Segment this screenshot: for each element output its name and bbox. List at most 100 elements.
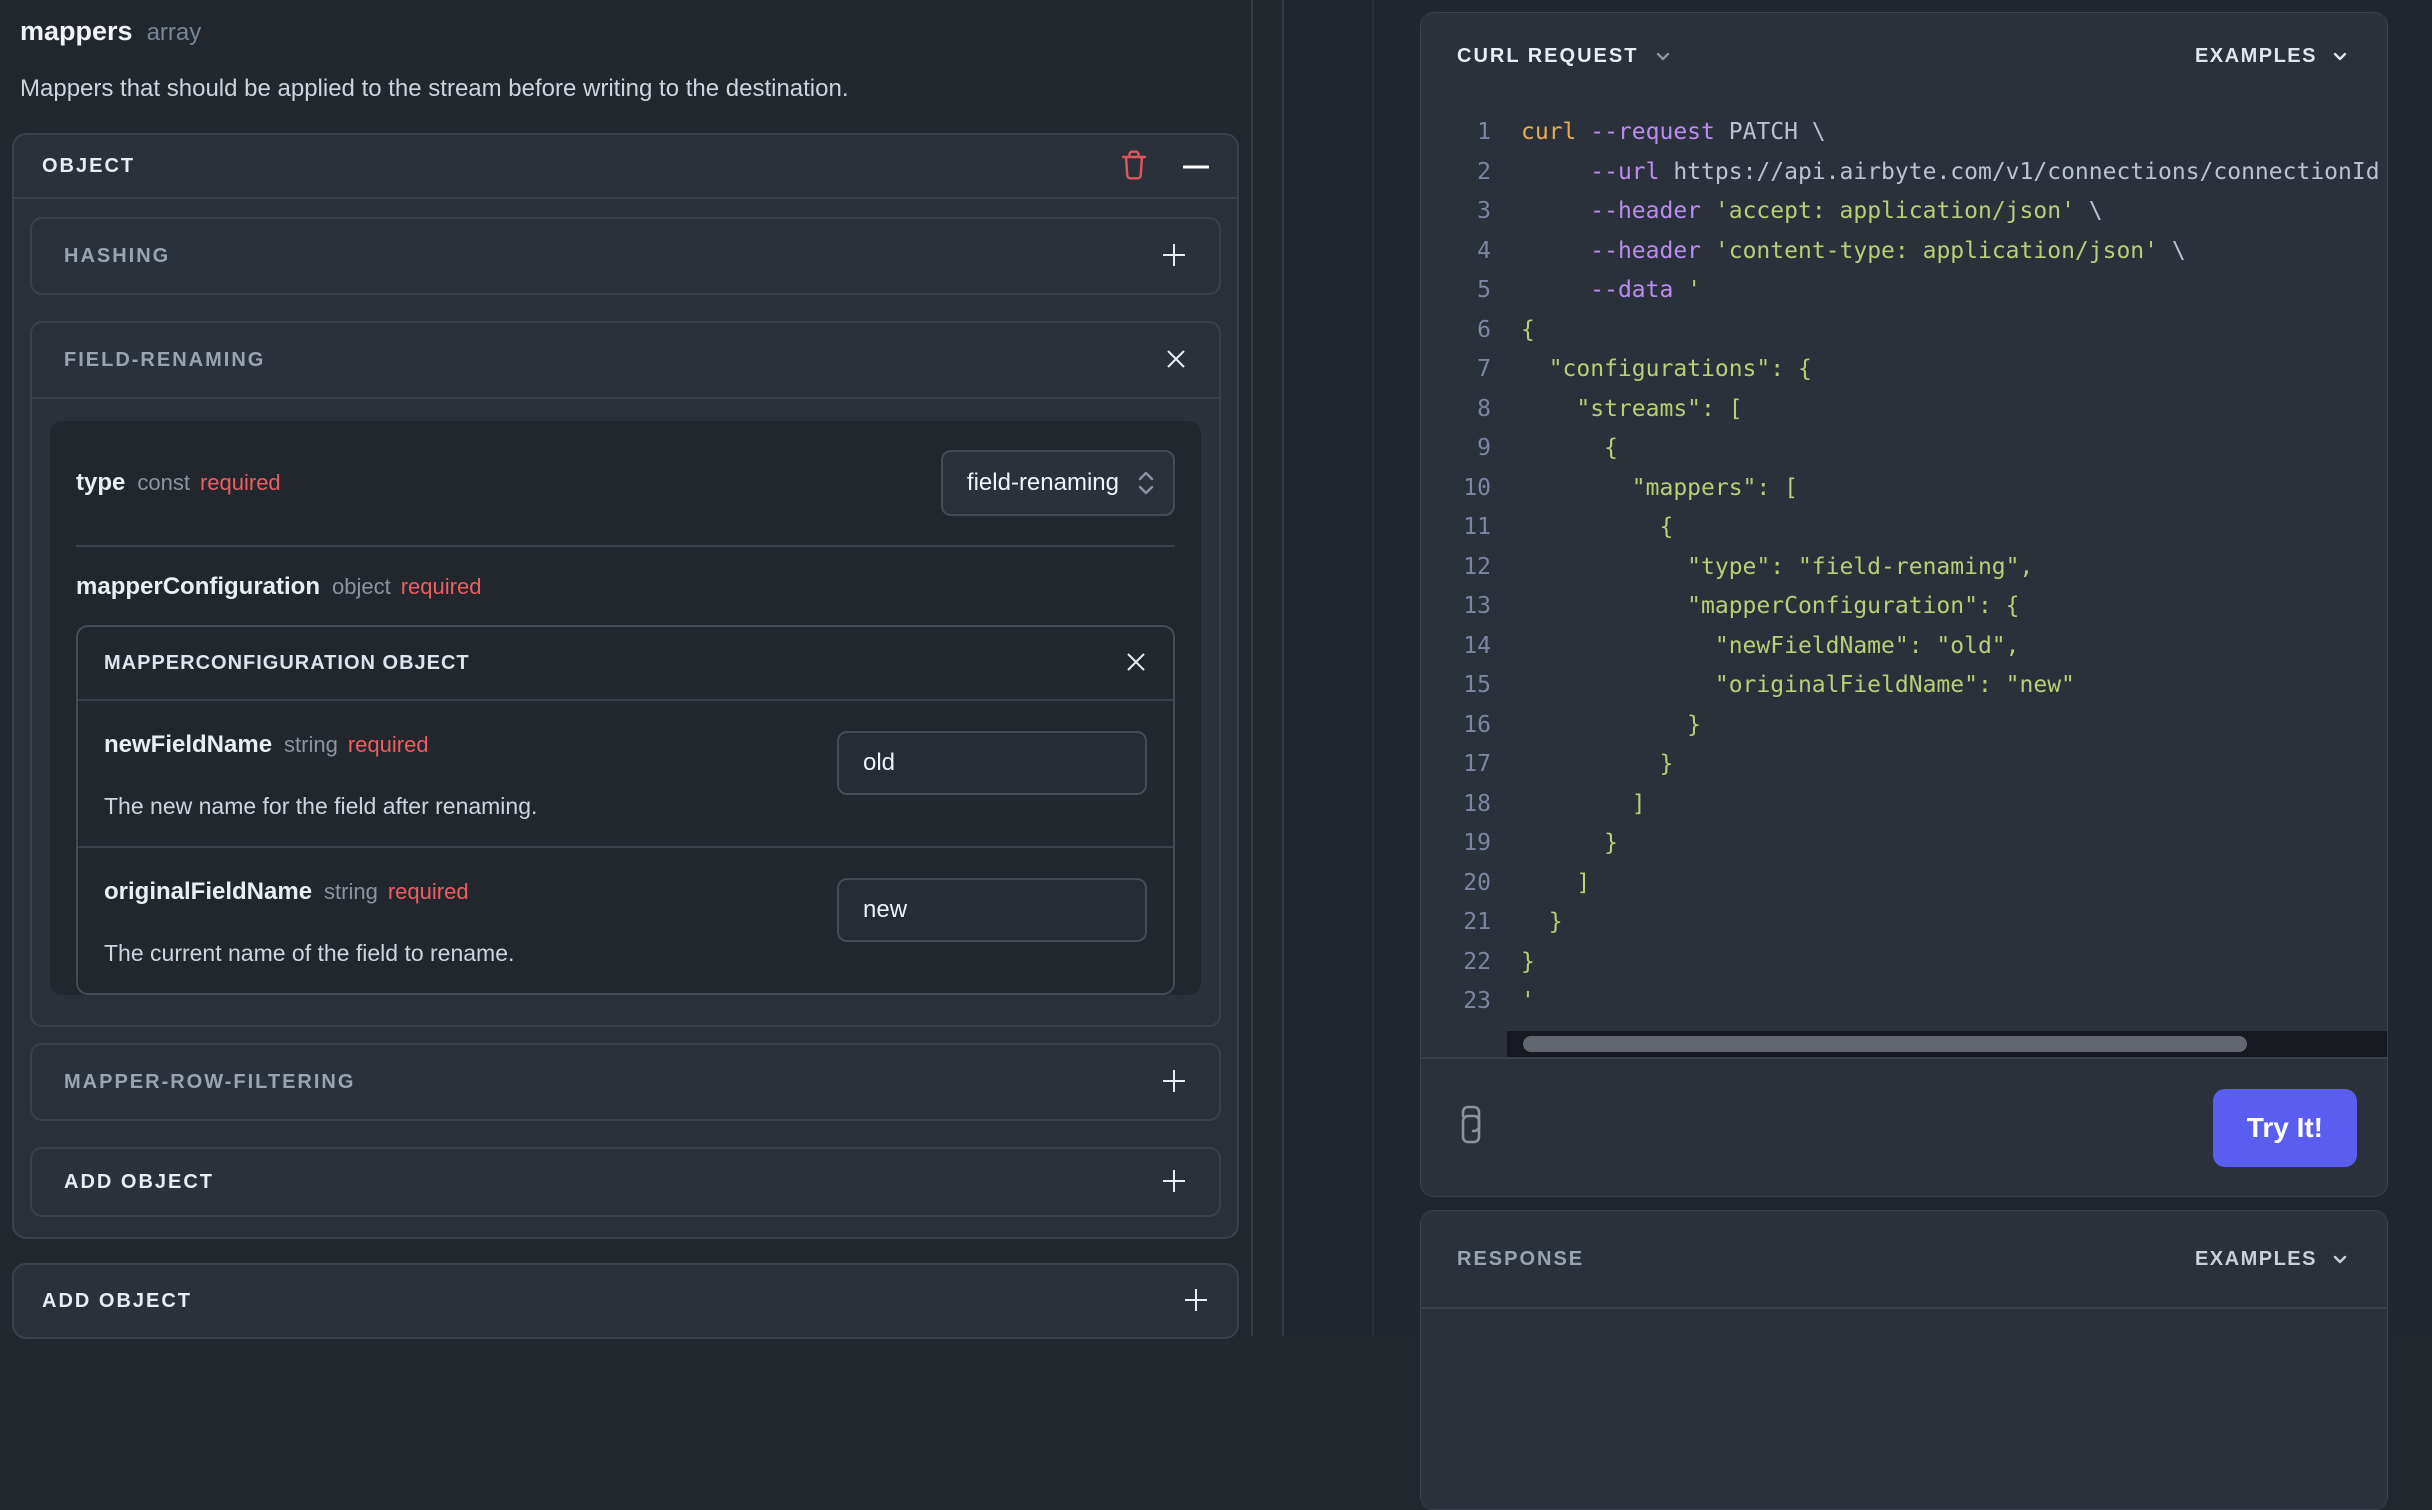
code-text: {	[1521, 435, 1618, 461]
curl-request-footer: Try It!	[1421, 1057, 2387, 1196]
property-description: Mappers that should be applied to the st…	[20, 75, 849, 102]
code-line: 16 }	[1421, 706, 2387, 746]
field-renaming-properties: type const required field-renaming mappe…	[50, 421, 1201, 995]
line-number: 15	[1463, 672, 1491, 698]
code-block[interactable]: 1 curl --request PATCH \ 2 --url https://a…	[1421, 99, 2387, 1031]
code-line: 8 "streams": [	[1421, 390, 2387, 430]
mapper-configuration-kind: object	[332, 574, 391, 599]
chevron-down-icon[interactable]	[1652, 45, 1674, 67]
line-number: 22	[1463, 948, 1491, 975]
field-description: The current name of the field to rename.	[104, 940, 515, 966]
field-renaming-title: FIELD-RENAMING	[64, 348, 266, 371]
line-number: 23	[1463, 988, 1491, 1014]
row-filtering-header[interactable]: MAPPER-ROW-FILTERING	[32, 1045, 1219, 1119]
mapper-configuration-panel-title: MAPPERCONFIGURATION OBJECT	[104, 651, 470, 674]
code-text: "mappers": [	[1521, 474, 1798, 501]
property-header: mappers array	[20, 16, 1239, 47]
mapper-configuration-required: required	[400, 574, 482, 599]
response-header: RESPONSE EXAMPLES	[1421, 1211, 2387, 1309]
delete-object-button[interactable]	[1119, 149, 1149, 184]
add-object-inner-button[interactable]	[1161, 1168, 1187, 1197]
trash-icon	[1119, 149, 1149, 184]
type-select[interactable]: field-renaming	[940, 450, 1175, 516]
client-column-rule	[1372, 0, 1374, 1336]
mapper-config-fields: newFieldName string required The new name f…	[78, 701, 1173, 993]
code-text: "mapperConfiguration": {	[1521, 593, 2020, 619]
field-row: originalFieldName string required The curre…	[78, 848, 1173, 993]
code-text: curl --request PATCH \	[1521, 119, 1826, 145]
line-number: 19	[1463, 830, 1491, 856]
code-line: 13 "mapperConfiguration": {	[1421, 587, 2387, 627]
chevron-down-icon	[2329, 1248, 2351, 1270]
field-required: required	[347, 732, 429, 757]
code-text: "streams": [	[1521, 395, 1743, 422]
property-type: array	[146, 19, 202, 46]
line-number: 1	[1477, 119, 1491, 145]
code-line: 18 ]	[1421, 785, 2387, 825]
line-number: 14	[1463, 632, 1491, 659]
property-name: mappers	[20, 16, 133, 46]
code-text: --header 'content-type: application/json…	[1590, 237, 2186, 264]
originalFieldName-input[interactable]	[837, 878, 1147, 942]
code-text: '	[1521, 988, 1535, 1014]
newFieldName-input[interactable]	[837, 731, 1147, 795]
add-object-outer-button[interactable]	[1183, 1287, 1209, 1316]
code-line: 1 curl --request PATCH \	[1421, 113, 2387, 153]
horizontal-scrollbar-thumb[interactable]	[1523, 1036, 2247, 1052]
code-text: }	[1521, 830, 1618, 856]
response-examples-dropdown[interactable]: EXAMPLES	[2195, 1248, 2351, 1271]
code-text: {	[1521, 514, 1674, 540]
line-number: 18	[1463, 790, 1491, 817]
field-kind: string	[284, 732, 338, 757]
mapper-configuration-panel: MAPPERCONFIGURATION OBJECT newFieldName s…	[76, 625, 1175, 995]
stepper-icon	[1135, 468, 1157, 498]
plus-icon	[1161, 1168, 1187, 1197]
curl-request-card: CURL REQUEST EXAMPLES 1 curl --request PA…	[1420, 12, 2388, 1197]
code-line: 22}	[1421, 943, 2387, 983]
line-number: 16	[1463, 711, 1491, 738]
add-row-filtering-button[interactable]	[1161, 1068, 1187, 1097]
try-it-button[interactable]: Try It!	[2212, 1088, 2357, 1167]
type-select-value: field-renaming	[966, 469, 1119, 496]
copy-code-button[interactable]	[1451, 1104, 1491, 1151]
close-icon	[1165, 348, 1187, 373]
code-line: 12 "type": "field-renaming",	[1421, 548, 2387, 588]
line-number: 17	[1463, 751, 1491, 777]
code-text: {	[1521, 316, 1535, 343]
code-text: }	[1521, 948, 1535, 975]
row-filtering-title: MAPPER-ROW-FILTERING	[64, 1070, 356, 1093]
chevron-down-icon	[2329, 45, 2351, 67]
code-text: "originalFieldName": "new"	[1521, 672, 2075, 698]
horizontal-scrollbar	[1507, 1031, 2387, 1057]
line-number: 4	[1477, 237, 1491, 264]
plus-icon	[1161, 1068, 1187, 1097]
mapper-configuration-name: mapperConfiguration	[76, 573, 320, 600]
field-renaming-header[interactable]: FIELD-RENAMING	[32, 323, 1219, 399]
plus-icon	[1161, 242, 1187, 271]
remove-mapper-configuration-button[interactable]	[1125, 651, 1147, 676]
line-number: 11	[1463, 514, 1491, 540]
hashing-section: HASHING	[30, 217, 1221, 295]
code-line: 5 --data '	[1421, 271, 2387, 311]
collapse-object-button[interactable]	[1182, 159, 1210, 174]
field-required: required	[387, 879, 469, 904]
response-examples-label: EXAMPLES	[2194, 1247, 2317, 1270]
code-text: ]	[1521, 790, 1646, 817]
line-number: 6	[1477, 316, 1491, 343]
line-number: 21	[1463, 909, 1491, 935]
code-line: 6{	[1421, 311, 2387, 351]
line-number: 13	[1463, 593, 1491, 619]
row-filtering-section: MAPPER-ROW-FILTERING	[30, 1043, 1221, 1121]
code-line: 20 ]	[1421, 864, 2387, 904]
request-examples-dropdown[interactable]: EXAMPLES	[2195, 45, 2351, 68]
add-hashing-button[interactable]	[1161, 242, 1187, 271]
line-number: 8	[1477, 395, 1491, 422]
add-object-outer-row[interactable]: ADD OBJECT	[14, 1265, 1237, 1337]
code-line: 15 "originalFieldName": "new"	[1421, 666, 2387, 706]
curl-request-title: CURL REQUEST	[1457, 44, 1639, 67]
hashing-header[interactable]: HASHING	[32, 219, 1219, 293]
line-number: 2	[1477, 158, 1491, 185]
remove-field-renaming-button[interactable]	[1165, 348, 1187, 373]
add-object-outer-section: ADD OBJECT	[12, 1263, 1239, 1339]
add-object-inner-row[interactable]: ADD OBJECT	[32, 1149, 1219, 1215]
